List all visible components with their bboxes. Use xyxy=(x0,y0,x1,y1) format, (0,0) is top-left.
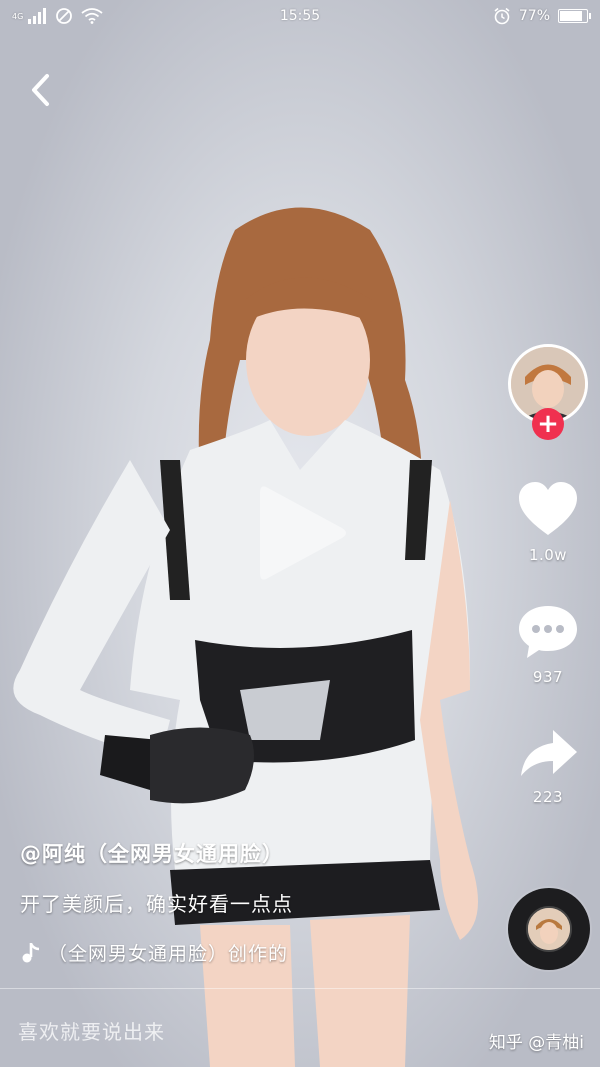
plus-icon: + xyxy=(537,409,559,439)
comment-count: 937 xyxy=(532,668,564,686)
battery-fill xyxy=(560,11,582,21)
chevron-left-icon xyxy=(32,74,49,106)
wifi-icon xyxy=(81,8,103,24)
status-time: 15:55 xyxy=(279,8,321,24)
status-right: 77% xyxy=(493,7,591,25)
music-info[interactable]: （全网男女通用脸）创作的 xyxy=(20,939,480,966)
like-button[interactable]: 1.0w xyxy=(508,480,588,564)
heart-icon xyxy=(519,482,577,535)
signal-icon xyxy=(28,8,47,24)
bottom-divider xyxy=(0,988,600,989)
share-arrow-icon xyxy=(521,730,577,776)
author-name[interactable]: @阿纯（全网男女通用脸） xyxy=(20,838,480,868)
like-count: 1.0w xyxy=(528,546,568,564)
share-count: 223 xyxy=(532,788,564,806)
alarm-icon xyxy=(494,7,510,25)
back-button[interactable] xyxy=(22,70,58,110)
music-disc[interactable] xyxy=(508,888,590,970)
do-not-disturb-icon xyxy=(56,8,73,24)
battery-icon xyxy=(558,9,591,23)
video-caption: @阿纯（全网男女通用脸） 开了美颜后，确实好看一点点 （全网男女通用脸）创作的 xyxy=(20,838,480,966)
comment-bubble-icon xyxy=(519,606,577,658)
status-bar: 4G 15:55 77% xyxy=(0,0,600,32)
music-title: （全网男女通用脸）创作的 xyxy=(48,943,289,965)
share-button[interactable]: 223 xyxy=(508,726,588,806)
network-type: 4G xyxy=(12,12,24,21)
video-description: 开了美颜后，确实好看一点点 xyxy=(20,892,293,916)
comment-button[interactable]: 937 xyxy=(508,604,588,686)
status-left: 4G xyxy=(12,7,103,25)
play-icon[interactable] xyxy=(240,478,360,588)
disc-cover-image xyxy=(528,908,570,950)
battery-percent: 77% xyxy=(518,8,550,24)
comment-input[interactable]: 喜欢就要说出来 xyxy=(18,1010,378,1050)
music-note-icon xyxy=(22,942,40,962)
follow-button[interactable]: + xyxy=(532,408,564,440)
disc-cover xyxy=(526,906,572,952)
watermark: 知乎 @青柚i xyxy=(488,1033,584,1053)
